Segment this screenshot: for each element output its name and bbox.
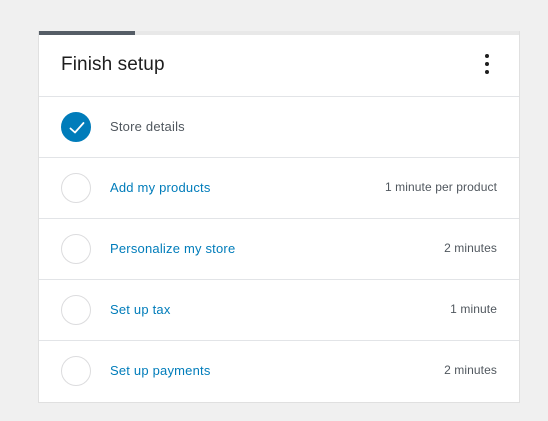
checkmark-icon: [69, 122, 85, 134]
more-vertical-icon: [485, 54, 489, 58]
task-time: 1 minute per product: [384, 180, 497, 194]
card-title: Finish setup: [61, 54, 165, 75]
task-item-personalize-store[interactable]: Personalize my store 2 minutes: [39, 219, 519, 280]
task-checkbox-empty: [61, 295, 91, 325]
task-item-add-products[interactable]: Add my products 1 minute per product: [39, 158, 519, 219]
task-checkbox-empty: [61, 356, 91, 386]
task-label[interactable]: Add my products: [110, 180, 211, 195]
task-label[interactable]: Set up payments: [110, 363, 211, 378]
card-header: Finish setup: [39, 35, 519, 97]
task-checkbox-empty: [61, 173, 91, 203]
setup-card: Finish setup Store details Add my produc…: [38, 31, 520, 403]
task-item-set-up-payments[interactable]: Set up payments 2 minutes: [39, 341, 519, 402]
task-time: 1 minute: [450, 302, 497, 316]
task-time: 2 minutes: [444, 363, 497, 377]
task-label[interactable]: Set up tax: [110, 302, 171, 317]
more-options-button[interactable]: [475, 51, 499, 79]
task-item-set-up-tax[interactable]: Set up tax 1 minute: [39, 280, 519, 341]
task-checkbox-empty: [61, 234, 91, 264]
task-label[interactable]: Personalize my store: [110, 241, 235, 256]
task-label: Store details: [110, 119, 185, 134]
task-list: Store details Add my products 1 minute p…: [39, 97, 519, 402]
task-time: 2 minutes: [444, 241, 497, 255]
task-item-store-details[interactable]: Store details: [39, 97, 519, 158]
task-checkbox-complete: [61, 112, 91, 142]
